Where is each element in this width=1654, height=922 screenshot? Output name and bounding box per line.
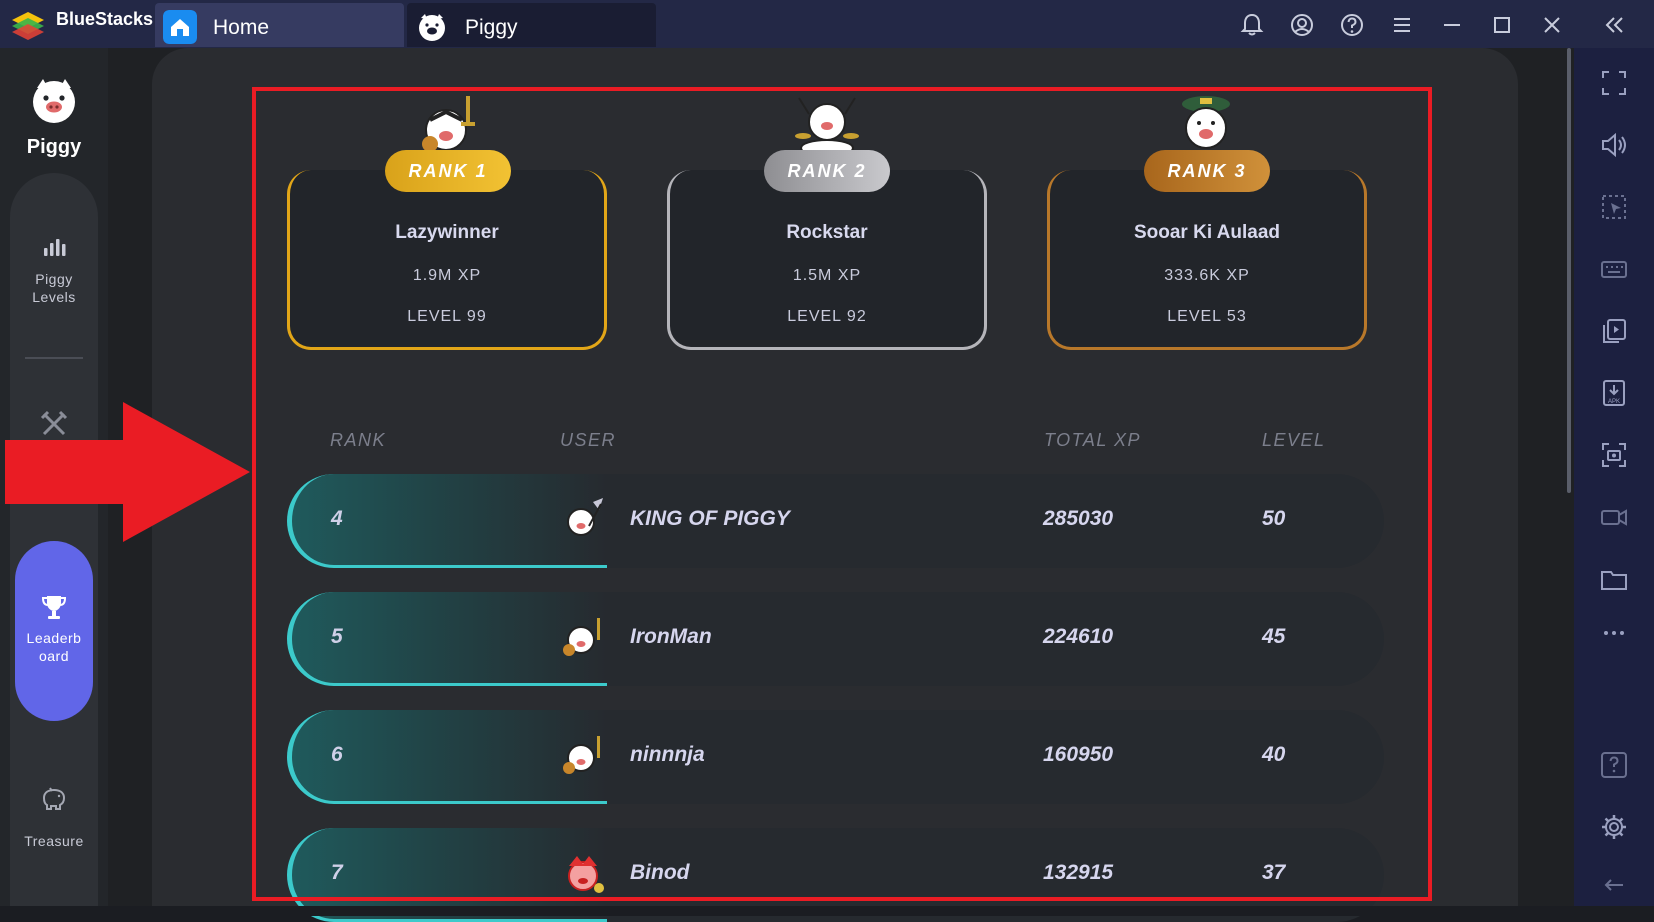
account-icon[interactable] — [1287, 10, 1317, 40]
keyboard-icon[interactable] — [1599, 254, 1629, 284]
help-icon[interactable] — [1599, 750, 1629, 780]
tab-piggy[interactable]: Piggy — [407, 3, 656, 47]
help-icon[interactable] — [1337, 10, 1367, 40]
svg-text:APK: APK — [1608, 399, 1620, 405]
brand-name: Piggy — [26, 136, 82, 158]
right-toolbar: APK — [1574, 48, 1654, 906]
nav-label-leaderboard: Leaderb oard — [26, 630, 82, 664]
trophy-icon — [41, 596, 67, 619]
collapse-sidebar-icon[interactable] — [1600, 10, 1630, 40]
app-name: BlueStacks — [56, 9, 154, 29]
close-icon[interactable] — [1537, 10, 1567, 40]
piggy-logo-icon — [33, 79, 75, 123]
minimize-icon[interactable] — [1437, 10, 1467, 40]
bluestacks-logo-icon — [12, 12, 44, 40]
title-bar: BlueStacks Home Piggy — [0, 0, 1654, 48]
nav-item-leaderboard[interactable]: Leaderb oard — [15, 541, 93, 721]
select-icon[interactable] — [1599, 192, 1629, 222]
maximize-icon[interactable] — [1487, 10, 1517, 40]
back-icon[interactable] — [1599, 870, 1629, 900]
fullscreen-icon[interactable] — [1599, 68, 1629, 98]
more-icon[interactable] — [1599, 618, 1629, 648]
arrow-right-icon — [5, 402, 250, 542]
apk-install-icon[interactable]: APK — [1599, 378, 1629, 408]
home-icon — [163, 10, 197, 44]
nav-label-piggy-levels: Piggy Levels — [32, 271, 76, 305]
piggy-bank-icon — [42, 787, 66, 810]
tab-home-label: Home — [213, 16, 270, 39]
nav-label-treasure: Treasure — [24, 833, 84, 849]
nav-divider — [25, 357, 83, 359]
screenshot-icon[interactable] — [1599, 440, 1629, 470]
settings-icon[interactable] — [1599, 812, 1629, 842]
bell-icon[interactable] — [1237, 10, 1267, 40]
highlight-box — [252, 87, 1432, 901]
piggy-icon — [419, 14, 445, 41]
multi-instance-icon[interactable] — [1599, 316, 1629, 346]
volume-icon[interactable] — [1599, 130, 1629, 160]
record-icon[interactable] — [1599, 502, 1629, 532]
scrollbar[interactable] — [1567, 48, 1571, 493]
tab-piggy-label: Piggy — [465, 16, 518, 39]
bar-chart-icon — [44, 239, 66, 256]
folder-icon[interactable] — [1599, 564, 1629, 594]
menu-icon[interactable] — [1387, 10, 1417, 40]
tab-home[interactable]: Home — [155, 3, 404, 47]
